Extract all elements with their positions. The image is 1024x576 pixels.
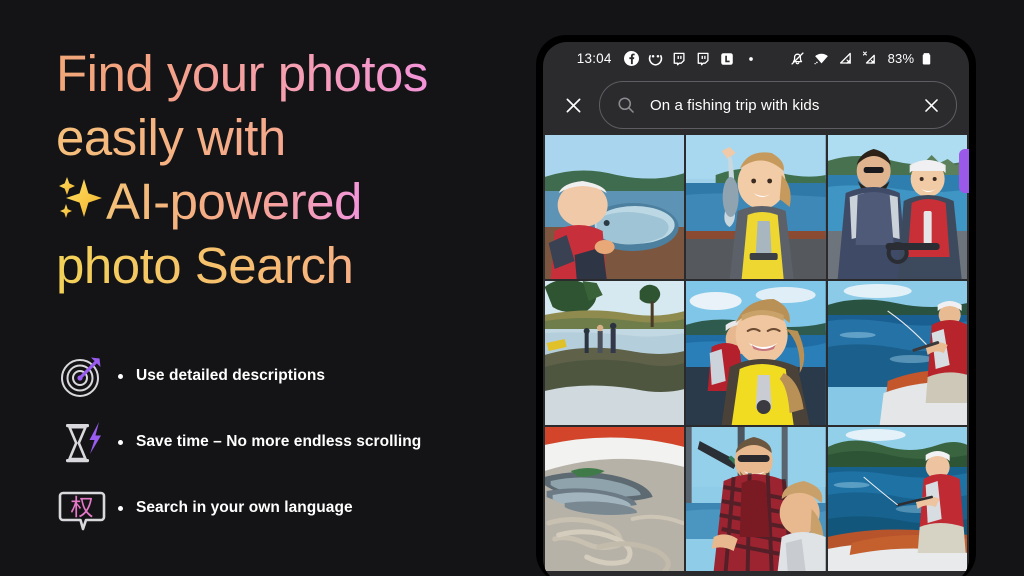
speech-bubble-translate-icon: 权 (56, 482, 108, 534)
page-title: Find your photos easily with AI-powered … (56, 42, 506, 298)
status-bar: 13:04 83% (543, 42, 969, 75)
phone-mockup: 13:04 83% On a fishing trip with kids (536, 35, 976, 576)
bullet-icon (118, 505, 123, 511)
photo-thumbnail[interactable] (545, 281, 685, 425)
headline-line-1: Find your photos (56, 42, 506, 106)
photo-thumbnail[interactable] (686, 135, 826, 279)
photo-thumbnail[interactable] (827, 281, 967, 425)
bell-off-icon (789, 50, 806, 67)
clear-icon[interactable] (920, 96, 942, 115)
battery-percent-label: 83% (887, 51, 915, 66)
photo-thumbnail[interactable] (545, 427, 685, 571)
close-icon[interactable] (557, 89, 589, 121)
search-query-text[interactable]: On a fishing trip with kids (650, 97, 920, 114)
scrollbar-pill[interactable] (959, 149, 969, 193)
left-content-panel: Find your photos easily with AI-powered … (0, 0, 520, 576)
headline-line-3-text: AI-powered (106, 173, 362, 230)
status-time: 13:04 (576, 51, 612, 66)
photo-thumbnail[interactable] (545, 135, 685, 279)
search-input[interactable]: On a fishing trip with kids (599, 81, 957, 129)
feature-label-wrap: Save time – No more endless scrolling (118, 433, 421, 451)
photo-thumbnail[interactable] (827, 427, 967, 571)
search-bar-row: On a fishing trip with kids (543, 75, 969, 135)
sparkles-icon (56, 173, 106, 225)
target-arrow-icon (56, 350, 108, 402)
feature-item-detailed-descriptions: Use detailed descriptions (56, 343, 506, 409)
feature-label-wrap: Search in your own language (118, 499, 353, 517)
feature-label-wrap: Use detailed descriptions (118, 367, 325, 385)
smiley-face-icon (647, 50, 664, 67)
feature-label: Use detailed descriptions (136, 367, 326, 384)
photo-thumbnail[interactable] (686, 281, 826, 425)
headline-line-4: photo Search (56, 234, 506, 298)
dot-icon (743, 50, 760, 67)
bullet-icon (118, 439, 123, 445)
phone-screen: 13:04 83% On a fishing trip with kids (543, 42, 969, 576)
translate-glyph: 权 (71, 495, 94, 521)
photo-grid (543, 135, 969, 571)
feature-label: Save time – No more endless scrolling (136, 433, 422, 450)
signal-x-off-icon (861, 50, 878, 67)
wifi-icon (813, 50, 830, 67)
feature-label: Search in your own language (136, 499, 353, 516)
search-icon (616, 95, 636, 115)
feature-item-save-time: Save time – No more endless scrolling (56, 409, 506, 475)
twitch-icon (695, 50, 712, 67)
bullet-icon (118, 373, 123, 379)
letter-l-badge-icon (719, 50, 736, 67)
battery-icon (918, 50, 935, 67)
promo-slide: Find your photos easily with AI-powered … (0, 0, 1024, 576)
facebook-icon (623, 50, 640, 67)
headline-line-3: AI-powered (56, 170, 506, 234)
photo-thumbnail[interactable] (827, 135, 967, 279)
signal-off-icon (837, 50, 854, 67)
feature-item-own-language: 权 Search in your own language (56, 475, 506, 541)
photo-thumbnail[interactable] (686, 427, 826, 571)
twitch-icon (671, 50, 688, 67)
hourglass-bolt-icon (56, 416, 108, 468)
feature-list: Use detailed descriptions Save time – No… (56, 343, 506, 541)
headline-line-2: easily with (56, 106, 506, 170)
